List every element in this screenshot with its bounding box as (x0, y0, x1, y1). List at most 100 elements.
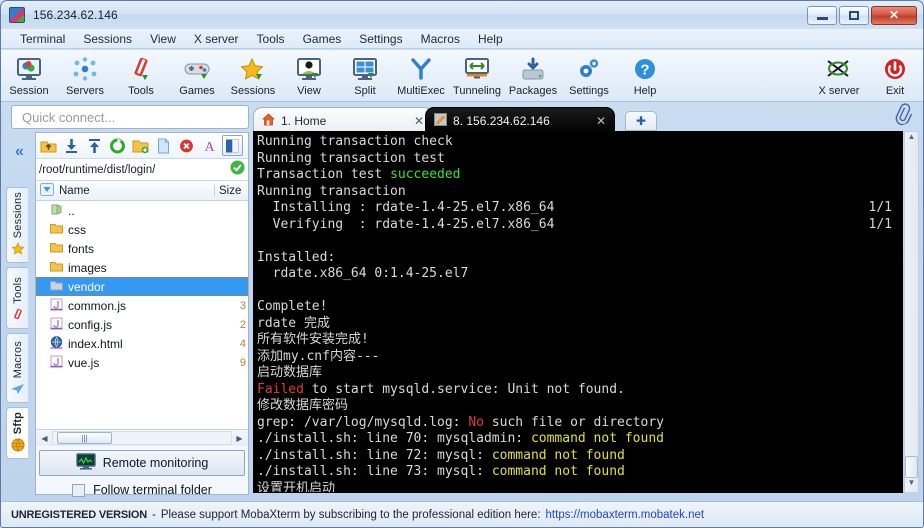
sftp-path-row[interactable]: /root/runtime/dist/login/ (36, 159, 248, 181)
terminal-line (257, 233, 902, 250)
tab-home[interactable]: 1. Home ✕ (253, 107, 433, 133)
follow-terminal-folder-row[interactable]: Follow terminal folder (36, 483, 248, 497)
list-item-size: 9 (240, 357, 248, 369)
close-button[interactable]: ✕ (871, 6, 917, 25)
sidebar-item-tools[interactable]: Tools (6, 267, 28, 329)
menu-tools[interactable]: Tools (248, 31, 294, 47)
list-item[interactable]: css (36, 220, 248, 239)
js-file-icon (50, 298, 63, 314)
toolbar-packages-button[interactable]: Packages (505, 53, 561, 97)
toolbar-multiexec-button[interactable]: MultiExec (393, 53, 449, 97)
tab-ssh-close-icon[interactable]: ✕ (596, 114, 606, 128)
list-item[interactable]: common.js 3 (36, 296, 248, 315)
sidebar-label-sftp: Sftp (12, 412, 24, 434)
toolbar-help-button[interactable]: ? Help (617, 53, 673, 97)
terminal-line: 启动数据库 (257, 365, 902, 382)
toolbar-tunneling-button[interactable]: Tunneling (449, 53, 505, 97)
scroll-down-icon[interactable]: ▼ (908, 478, 916, 492)
paperclip-icon[interactable] (891, 102, 916, 132)
sftp-header-name-cell[interactable]: Name (36, 183, 214, 199)
list-item-label: css (68, 223, 86, 237)
list-item[interactable]: config.js 2 (36, 315, 248, 334)
toolbar-settings-button[interactable]: Settings (561, 53, 617, 97)
upload-icon[interactable] (84, 135, 105, 156)
menu-view[interactable]: View (141, 31, 185, 47)
sidebar-collapse-button[interactable]: « (15, 143, 24, 161)
menu-sessions[interactable]: Sessions (74, 31, 141, 47)
maximize-button[interactable] (839, 6, 869, 25)
sidebar-item-sessions[interactable]: Sessions (6, 187, 28, 263)
list-item[interactable]: index.html 4 (36, 334, 248, 353)
delete-icon[interactable] (176, 135, 197, 156)
menu-macros[interactable]: Macros (412, 31, 469, 47)
remote-monitoring-label: Remote monitoring (103, 456, 209, 470)
tab-ssh-session[interactable]: 8. 156.234.62.146 ✕ (425, 107, 615, 133)
download-icon[interactable] (61, 135, 82, 156)
list-item-size: 3 (240, 300, 248, 312)
globe-icon (11, 438, 25, 454)
session-icon (16, 55, 42, 83)
sftp-header-size-label: Size (214, 185, 248, 197)
menu-x-server[interactable]: X server (185, 31, 248, 47)
new-file-icon[interactable] (153, 135, 174, 156)
scroll-right-icon[interactable]: ▶ (232, 434, 247, 443)
scroll-track[interactable]: ||| (52, 431, 232, 445)
new-tab-button[interactable]: ✚ (625, 111, 657, 131)
toolbar-xserver-button[interactable]: X server (811, 53, 867, 97)
list-item[interactable]: fonts (36, 239, 248, 258)
view-mode-icon[interactable] (222, 135, 243, 156)
terminal-text: 设置开机启动 (257, 481, 335, 494)
terminal-line: 添加my.cnf内容--- (257, 349, 902, 366)
toolbar-exit-button[interactable]: Exit (867, 53, 923, 97)
toolbar-sessions-button[interactable]: Sessions (225, 53, 281, 97)
mobaxterm-icon (9, 7, 25, 23)
sftp-header-name-label: Name (59, 185, 90, 197)
scroll-left-icon[interactable]: ◀ (37, 434, 52, 443)
tab-home-close-icon[interactable]: ✕ (414, 114, 424, 128)
toolbar-view-button[interactable]: View (281, 53, 337, 97)
svg-text:?: ? (640, 62, 649, 79)
parent-folder-icon[interactable] (38, 135, 59, 156)
text-mode-icon[interactable]: A (199, 135, 220, 156)
menu-terminal[interactable]: Terminal (11, 31, 74, 47)
macro-icon (10, 382, 25, 398)
remote-monitoring-button[interactable]: Remote monitoring (39, 450, 245, 476)
toolbar-tools-button[interactable]: Tools (113, 53, 169, 97)
toolbar-servers-button[interactable]: Servers (57, 53, 113, 97)
terminal-line: Running transaction check (257, 134, 902, 151)
scroll-thumb[interactable] (905, 456, 918, 478)
sftp-file-list[interactable]: .. css fonts images (36, 201, 248, 429)
sidebar-item-sftp[interactable]: Sftp (6, 407, 28, 459)
terminal-text: command not found (492, 464, 625, 479)
minimize-button[interactable] (807, 6, 837, 25)
list-item-label: common.js (68, 299, 126, 313)
sftp-horizontal-scrollbar[interactable]: ◀ ||| ▶ (36, 429, 248, 446)
list-item[interactable]: images (36, 258, 248, 277)
new-folder-icon[interactable] (130, 135, 151, 156)
menu-games[interactable]: Games (294, 31, 351, 47)
scroll-up-icon[interactable]: ▲ (908, 132, 916, 146)
terminal-line: ./install.sh: line 70: mysqladmin: comma… (257, 431, 902, 448)
follow-terminal-folder-checkbox[interactable] (72, 484, 85, 497)
terminal-scrollbar[interactable]: ▲ ▼ (904, 131, 919, 493)
menu-settings[interactable]: Settings (350, 31, 411, 47)
refresh-icon[interactable] (107, 135, 128, 156)
scroll-thumb[interactable]: ||| (57, 432, 112, 444)
toolbar-games-button[interactable]: Games (169, 53, 225, 97)
sftp-path-input[interactable]: /root/runtime/dist/login/ (39, 164, 230, 176)
terminal-progress-counter: 1/1 (869, 200, 892, 217)
list-item-label: vue.js (68, 356, 99, 370)
terminal-text: Installing : rdate-1.4-25.el7.x86_64 (257, 200, 554, 215)
list-item[interactable]: .. (36, 201, 248, 220)
list-item[interactable]: vue.js 9 (36, 353, 248, 372)
terminal-output[interactable]: Running transaction checkRunning transac… (253, 131, 903, 493)
menu-help[interactable]: Help (469, 31, 512, 47)
terminal-text: 修改数据库密码 (257, 398, 348, 413)
list-item-selected[interactable]: vendor (36, 277, 248, 296)
toolbar-sessions-label: Sessions (231, 85, 276, 97)
sidebar-item-macros[interactable]: Macros (6, 333, 28, 403)
toolbar-session-button[interactable]: Session (1, 53, 57, 97)
mobaxterm-link[interactable]: https://mobaxterm.mobatek.net (546, 509, 705, 521)
quick-connect-input[interactable]: Quick connect... (11, 105, 249, 129)
toolbar-split-button[interactable]: Split (337, 53, 393, 97)
